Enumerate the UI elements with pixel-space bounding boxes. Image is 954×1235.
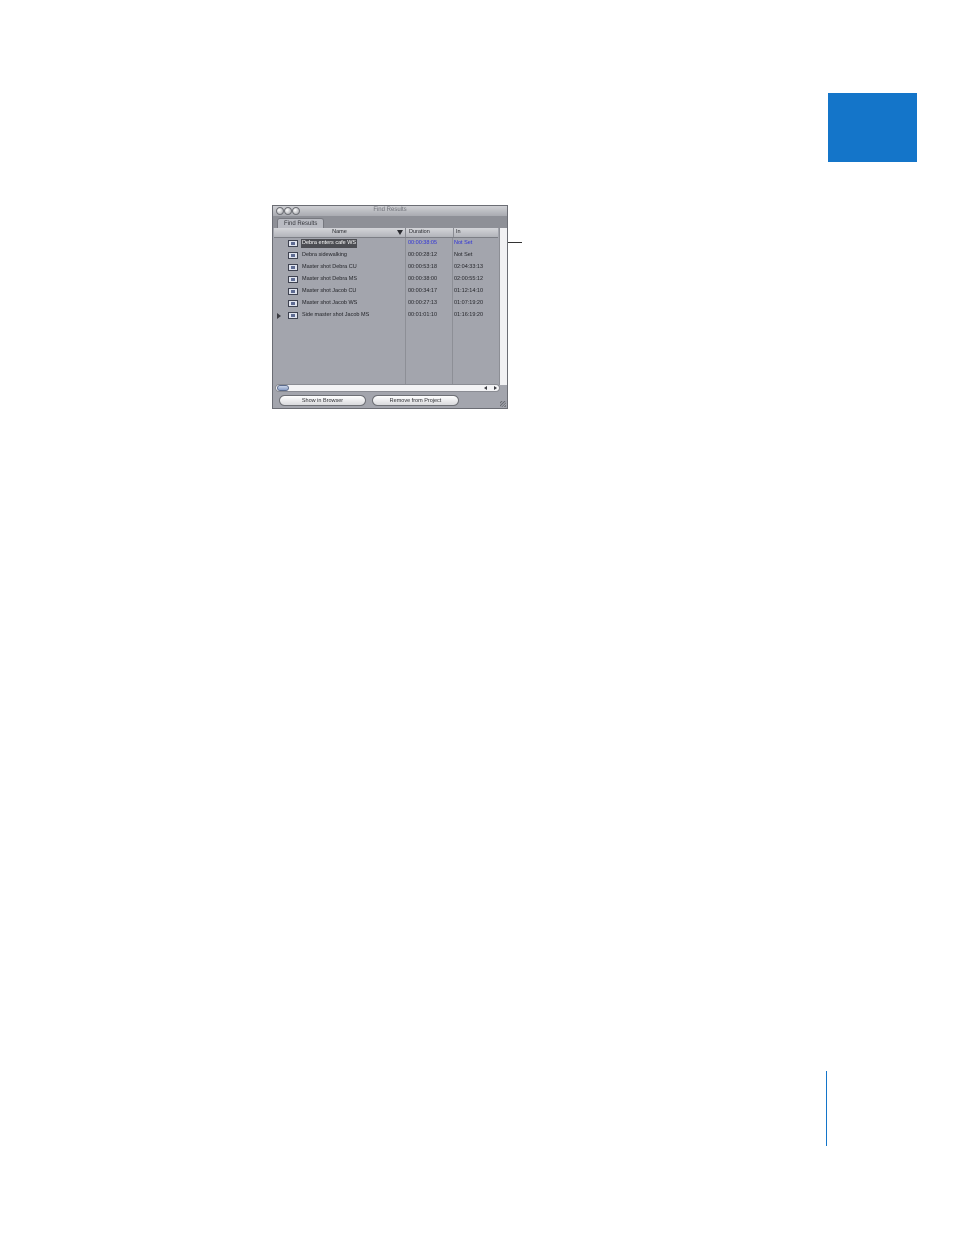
clip-duration: 00:01:01:10: [408, 312, 438, 318]
sort-descending-icon[interactable]: [397, 230, 403, 235]
scroll-right-icon[interactable]: [494, 386, 497, 390]
table-row[interactable]: Master shot Debra CU 00:00:53:18 02:04:3…: [274, 262, 498, 274]
clip-icon: [288, 252, 298, 259]
clip-icon: [288, 288, 298, 295]
horizontal-scrollbar[interactable]: [275, 384, 500, 392]
clip-duration: 00:00:38:05: [408, 240, 438, 246]
clip-duration: 00:00:28:12: [408, 252, 438, 258]
clip-name[interactable]: Debra enters cafe WS: [301, 239, 358, 248]
clip-in-point: 02:00:55:12: [454, 276, 484, 282]
clip-name[interactable]: Master shot Debra CU: [301, 263, 358, 272]
column-header-name[interactable]: Name: [274, 228, 406, 237]
table-row[interactable]: Master shot Jacob CU 00:00:34:17 01:12:1…: [274, 286, 498, 298]
clip-name[interactable]: Master shot Debra MS: [301, 275, 358, 284]
tab-strip: Find Results: [273, 216, 507, 229]
clip-in-point: 01:07:19:20: [454, 300, 484, 306]
find-results-window: Find Results Find Results Name Duration …: [272, 205, 508, 409]
remove-from-project-button[interactable]: Remove from Project: [372, 395, 459, 406]
clip-in-point: 01:12:14:10: [454, 288, 484, 294]
chapter-tab-marker: [828, 93, 917, 162]
column-header: Name Duration In: [274, 228, 498, 238]
scroll-thumb[interactable]: [277, 385, 289, 391]
clip-icon: [288, 300, 298, 307]
resize-grip-icon[interactable]: [500, 401, 506, 407]
clip-in-point: 02:04:33:13: [454, 264, 484, 270]
column-header-name-label: Name: [332, 229, 347, 235]
scroll-left-icon[interactable]: [484, 386, 487, 390]
clip-icon: [288, 240, 298, 247]
column-header-in[interactable]: In: [455, 228, 500, 237]
results-list: Debra enters cafe WS 00:00:38:05 Not Set…: [274, 238, 498, 385]
clip-duration: 00:00:38:00: [408, 276, 438, 282]
page-number-rule: [826, 1071, 827, 1146]
clip-in-point: 01:16:19:20: [454, 312, 484, 318]
clip-in-point: Not Set: [454, 252, 473, 258]
table-row[interactable]: Debra sidewalking 00:00:28:12 Not Set: [274, 250, 498, 262]
table-row[interactable]: Master shot Debra MS 00:00:38:00 02:00:5…: [274, 274, 498, 286]
clip-icon: [288, 264, 298, 271]
table-row[interactable]: Master shot Jacob WS 00:00:27:13 01:07:1…: [274, 298, 498, 310]
disclosure-triangle-icon[interactable]: [277, 313, 281, 319]
show-in-browser-button[interactable]: Show in Browser: [279, 395, 366, 406]
clip-name[interactable]: Master shot Jacob CU: [301, 287, 357, 296]
clip-name[interactable]: Side master shot Jacob MS: [301, 311, 370, 320]
clip-duration: 00:00:27:13: [408, 300, 438, 306]
clip-name[interactable]: Debra sidewalking: [301, 251, 348, 260]
clip-icon: [288, 276, 298, 283]
clip-in-point: Not Set: [454, 240, 473, 246]
clip-duration: 00:00:34:17: [408, 288, 438, 294]
column-header-duration[interactable]: Duration: [408, 228, 454, 237]
clip-name[interactable]: Master shot Jacob WS: [301, 299, 358, 308]
window-title: Find Results: [373, 207, 407, 213]
table-row[interactable]: Debra enters cafe WS 00:00:38:05 Not Set: [274, 238, 498, 250]
vertical-scrollbar[interactable]: [499, 228, 507, 385]
table-row[interactable]: Side master shot Jacob MS 00:01:01:10 01…: [274, 310, 498, 322]
clip-duration: 00:00:53:18: [408, 264, 438, 270]
clip-icon: [288, 312, 298, 319]
